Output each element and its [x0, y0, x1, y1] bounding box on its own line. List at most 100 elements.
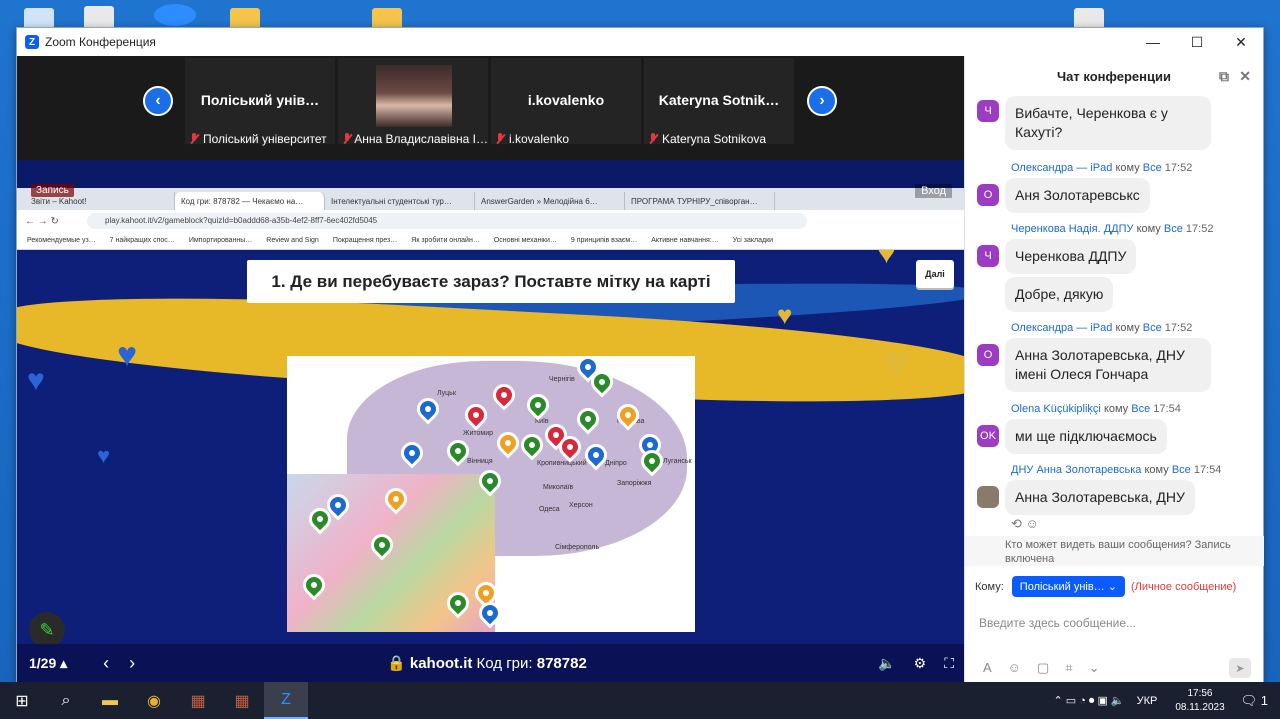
notification-count: 1	[1260, 692, 1268, 708]
bookmark[interactable]: 7 найкращих спос…	[110, 237, 175, 244]
minimize-button[interactable]: —	[1131, 28, 1175, 56]
url-field[interactable]: play.kahoot.it/v2/gameblock?quizId=b0add…	[87, 213, 807, 229]
avatar: О	[977, 184, 999, 206]
map-label: Кропивницький	[537, 460, 587, 467]
heart-icon: ♥	[97, 443, 111, 468]
recording-indicator: Запись	[31, 184, 74, 197]
app-icon[interactable]: ▦	[176, 682, 220, 719]
browser-tab[interactable]: Код гри: 878782 — Чекаємо на…	[175, 192, 325, 210]
fullscreen-icon[interactable]: ⛶	[944, 655, 954, 672]
map-image[interactable]: Чернігів Луцьк Київ Житомир Полтава Вінн…	[287, 356, 695, 632]
next-participants-button[interactable]: ›	[807, 86, 837, 116]
sender-name: Черенкова Надія. ДДПУ	[1011, 223, 1134, 235]
bookmark[interactable]: Основні механіки…	[494, 237, 557, 244]
format-icon[interactable]: A	[983, 660, 992, 676]
muted-mic-icon	[189, 133, 199, 145]
sender-name: ДНУ Анна Золотаревська	[1011, 464, 1142, 476]
map-label: Одеса	[539, 506, 560, 513]
participant-label: i.kovalenko	[509, 132, 570, 146]
recipient: Все	[1142, 162, 1162, 174]
send-icon[interactable]: ➤	[1229, 658, 1251, 678]
next-question-icon[interactable]: ›	[129, 653, 135, 674]
previous-question-icon[interactable]: ‹	[103, 653, 109, 674]
meeting-area: ‹ Поліський унів… Поліський університет …	[17, 56, 964, 682]
private-message-label: (Личное сообщение)	[1130, 580, 1237, 593]
bookmark[interactable]: 9 принципів взаєм…	[571, 237, 637, 244]
message-input[interactable]: Введите здесь сообщение...	[979, 616, 1136, 630]
chat-panel: Чат конференции ⧉ ✕ Ч Вибачте, Черенкова…	[964, 56, 1264, 682]
tray-icons[interactable]: ⌃ ▭ ◔ ⏺ ▣ 🔈	[1053, 694, 1124, 708]
start-icon[interactable]: ⊞	[0, 682, 44, 719]
recipient: Все	[1163, 223, 1183, 235]
file-icon[interactable]: ▢	[1037, 660, 1049, 676]
participant-tile[interactable]: Анна Владиславівна І…	[338, 58, 488, 146]
participant-strip: ‹ Поліський унів… Поліський університет …	[17, 56, 964, 160]
heart-icon: ♥	[877, 250, 896, 270]
taskbar: ⊞ ⌕ ▬ ◉ ▦ ▦ Z ⌃ ▭ ◔ ⏺ ▣ 🔈 УКР 17:56 08.1…	[0, 682, 1280, 719]
kahoot-game: ♥ ♥ ♥ ♥ ♥ ♥ 1. Де ви перебуваєте зараз? …	[17, 250, 964, 682]
recipient-selector: Кому: Поліський унів… ⌄ (Личное сообщени…	[975, 576, 1236, 597]
settings-icon[interactable]: ⚙	[914, 655, 927, 672]
language-indicator[interactable]: УКР	[1137, 695, 1158, 707]
participant-tile[interactable]: i.kovalenko i.kovalenko	[491, 58, 641, 146]
message-time: 17:52	[1185, 223, 1214, 235]
to-label: кому	[1115, 322, 1140, 334]
clock[interactable]: 17:56 08.11.2023	[1175, 687, 1224, 714]
bookmark[interactable]: Review and Sign	[266, 237, 319, 244]
question-counter[interactable]: 1/29 ▴	[29, 655, 67, 672]
chrome-icon[interactable]: ◉	[132, 682, 176, 719]
message-time: 17:52	[1164, 162, 1193, 174]
bookmark[interactable]: Активне навчання:…	[651, 237, 719, 244]
browser-tab[interactable]: AnswerGarden » Мелодійна 6…	[475, 192, 625, 210]
bookmark[interactable]: Покращення през…	[333, 237, 397, 244]
heart-icon: ♥	[117, 336, 138, 374]
map-label: Житомир	[463, 430, 494, 437]
app-icon[interactable]: ▦	[220, 682, 264, 719]
map-label: Луцьк	[437, 390, 456, 397]
browser-tab[interactable]: ПРОГРАМА ТУРНІРУ_співорган…	[625, 192, 775, 210]
participant-tile[interactable]: Поліський унів… Поліський університет	[185, 58, 335, 146]
enter-button[interactable]: Вход	[915, 184, 952, 198]
zoom-app-icon[interactable]	[154, 4, 196, 26]
screenshot-icon[interactable]: ⌗	[1065, 660, 1072, 676]
recipient: Все	[1131, 403, 1151, 415]
bookmark[interactable]: Рекомендуемые уз…	[27, 237, 96, 244]
to-label: Кому:	[975, 580, 1004, 593]
search-icon[interactable]: ⌕	[44, 682, 88, 719]
participant-tile[interactable]: Kateryna Sotnik… Kateryna Sotnikova	[644, 58, 794, 146]
back-forward-reload-icons[interactable]: ← → ↻	[25, 216, 59, 227]
reply-reaction-icons[interactable]: ⟲ ☺	[1011, 516, 1039, 532]
bookmark[interactable]: Импортированны…	[189, 237, 252, 244]
browser-tab[interactable]: Інтелектуальні студентські тур…	[325, 192, 475, 210]
window-title: Zoom Конференция	[45, 35, 156, 49]
map-label: Сімферополь	[555, 544, 600, 551]
annotate-pencil-icon[interactable]: ✎	[29, 612, 65, 648]
game-pin-label: Код гри:	[476, 655, 533, 672]
zoom-taskbar-icon[interactable]: Z	[264, 682, 308, 719]
emoji-icon[interactable]: ☺	[1008, 660, 1021, 676]
message-text: Аня Золотаревськс	[1005, 178, 1150, 213]
browser-tab-bar: Звіти – Kahoot! Код гри: 878782 — Чекаєм…	[17, 188, 964, 210]
next-button[interactable]: Далі	[916, 260, 954, 288]
zoom-window: Z Zoom Конференция — ☐ ✕ ‹ Поліський уні…	[16, 27, 1264, 682]
sender-name: Олександра — iPad	[1011, 322, 1113, 334]
avatar	[977, 486, 999, 508]
bookmark[interactable]: Як зробити онлайн…	[411, 237, 480, 244]
pop-out-icon[interactable]: ⧉	[1219, 68, 1229, 85]
close-button[interactable]: ✕	[1219, 28, 1263, 56]
kahoot-bottom-bar: 1/29 ▴ ‹ › 🔒 kahoot.it Код гри: 878782 🔈…	[17, 644, 964, 682]
previous-participants-button[interactable]: ‹	[143, 86, 173, 116]
bookmark[interactable]: Усі закладки	[733, 237, 773, 244]
close-chat-icon[interactable]: ✕	[1239, 68, 1251, 85]
to-label: кому	[1103, 403, 1129, 415]
map-label: Херсон	[569, 502, 593, 509]
more-icon[interactable]: ⌄	[1089, 660, 1100, 676]
notifications-icon[interactable]: 🗨 1	[1241, 693, 1268, 709]
volume-icon[interactable]: 🔈	[878, 655, 895, 672]
recipient-dropdown[interactable]: Поліський унів… ⌄	[1011, 576, 1125, 597]
chat-notice[interactable]: Кто может видеть ваши сообщения? Запись …	[965, 536, 1264, 566]
file-explorer-icon[interactable]: ▬	[88, 682, 132, 719]
maximize-button[interactable]: ☐	[1175, 28, 1219, 56]
map-label: Дніпро	[605, 460, 627, 467]
participant-label: Анна Владиславівна І…	[354, 132, 488, 146]
